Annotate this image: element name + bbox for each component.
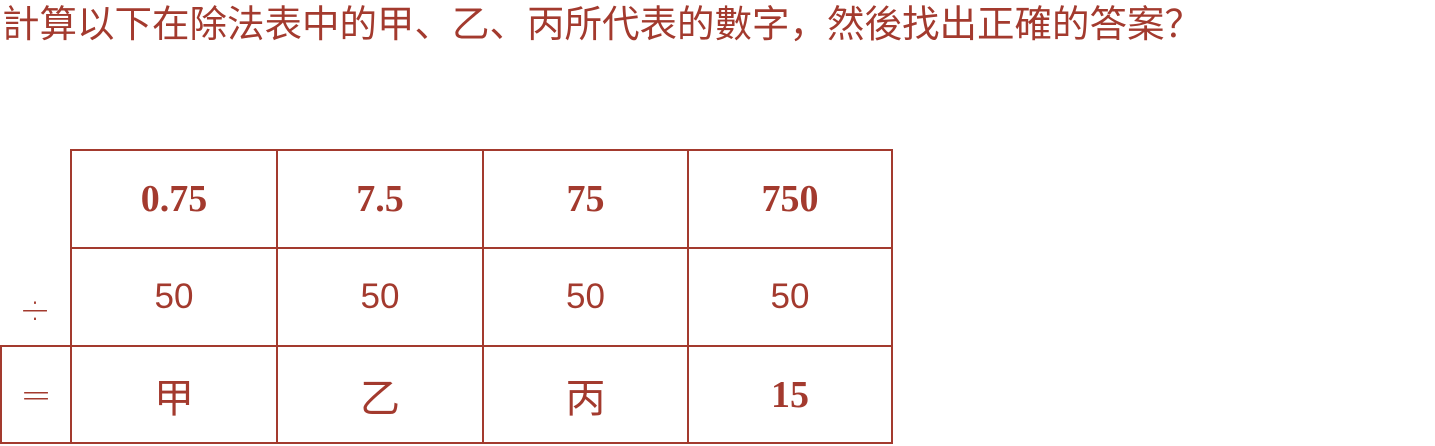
table-bottom-border	[0, 442, 893, 444]
result-cell-value: 15	[771, 373, 809, 416]
dividend-cell: 75	[566, 178, 605, 220]
divide-symbol: ÷	[19, 288, 51, 332]
divisor-cell: 50	[154, 277, 194, 316]
divisor-cell: 50	[360, 277, 400, 316]
division-table: 0.75 7.5 75 750 ÷ 50 50 50 50 = 甲 乙 丙 15	[0, 0, 1435, 446]
result-cell-bing: 丙	[565, 375, 606, 422]
dividend-cell: 0.75	[140, 178, 208, 220]
result-cell-yi: 乙	[360, 375, 400, 422]
dividend-cell: 7.5	[356, 178, 404, 220]
result-cell-jia: 甲	[154, 375, 194, 422]
dividend-cell: 750	[761, 178, 819, 220]
table-right-border	[891, 149, 893, 444]
divisor-cell: 50	[770, 277, 810, 316]
divisor-cell: 50	[566, 277, 605, 316]
equals-symbol: =	[20, 372, 52, 417]
